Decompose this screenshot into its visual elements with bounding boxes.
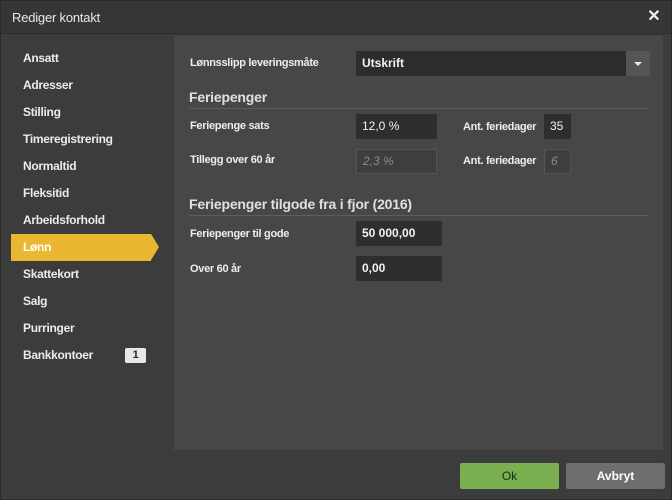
holiday-pay-due-input[interactable]: 50 000,00 — [356, 221, 442, 246]
over60-supplement-label: Tillegg over 60 år — [190, 154, 275, 166]
sidebar-item-label: Normaltid — [23, 159, 77, 173]
sidebar-item-label: Timeregistrering — [23, 132, 113, 146]
sidebar-item-ansatt[interactable]: Ansatt — [11, 45, 161, 72]
sidebar-item-purringer[interactable]: Purringer — [11, 315, 161, 342]
section-holiday-pay-due: Feriepenger tilgode fra i fjor (2016) — [189, 196, 649, 216]
sidebar-item-fleksitid[interactable]: Fleksitid — [11, 180, 161, 207]
edit-contact-dialog: Rediger kontakt ✕ Ansatt Adresser Stilli… — [0, 0, 672, 500]
ok-button[interactable]: Ok — [460, 463, 559, 489]
sidebar-item-label: Arbeidsforhold — [23, 213, 105, 227]
dropdown-button[interactable] — [626, 51, 650, 76]
sidebar-item-adresser[interactable]: Adresser — [11, 72, 161, 99]
cancel-button[interactable]: Avbryt — [566, 463, 665, 489]
dialog-title: Rediger kontakt — [12, 10, 101, 25]
sidebar-item-label: Purringer — [23, 321, 75, 335]
sidebar-item-skattekort[interactable]: Skattekort — [11, 261, 161, 288]
over60-supplement-input: 2,3 % — [356, 149, 437, 174]
sidebar-item-bankkontoer[interactable]: Bankkontoer 1 — [11, 342, 161, 369]
count-badge: 1 — [125, 348, 146, 363]
delivery-method-value: Utskrift — [362, 56, 405, 70]
dialog-titlebar: Rediger kontakt ✕ — [1, 1, 671, 34]
salary-panel: Lønnsslipp leveringsmåte Utskrift Feriep… — [174, 36, 663, 450]
sidebar-nav: Ansatt Adresser Stilling Timeregistrerin… — [11, 45, 161, 369]
holiday-days-input[interactable]: 35 — [544, 114, 571, 139]
holiday-pay-due-label: Feriepenger til gode — [190, 228, 290, 240]
sidebar-item-stilling[interactable]: Stilling — [11, 99, 161, 126]
sidebar-item-label: Lønn — [23, 240, 52, 254]
over60-due-label: Over 60 år — [190, 263, 241, 275]
holiday-days-label: Ant. feriedager — [463, 121, 537, 133]
sidebar-item-label: Ansatt — [23, 51, 59, 65]
sidebar-item-timeregistrering[interactable]: Timeregistrering — [11, 126, 161, 153]
over60-days-input: 6 — [544, 149, 571, 174]
sidebar-item-label: Stilling — [23, 105, 61, 119]
section-holiday-pay: Feriepenger — [189, 89, 649, 109]
sidebar-item-lonn[interactable]: Lønn — [11, 234, 159, 261]
delivery-method-select[interactable]: Utskrift — [356, 51, 650, 76]
holiday-rate-label: Feriepenge sats — [190, 120, 270, 132]
sidebar-item-normaltid[interactable]: Normaltid — [11, 153, 161, 180]
sidebar-item-label: Bankkontoer — [23, 348, 94, 362]
sidebar-item-label: Adresser — [23, 78, 73, 92]
holiday-rate-input[interactable]: 12,0 % — [356, 114, 437, 139]
close-icon[interactable]: ✕ — [646, 8, 662, 26]
sidebar-item-label: Fleksitid — [23, 186, 69, 200]
sidebar-item-salg[interactable]: Salg — [11, 288, 161, 315]
sidebar-item-arbeidsforhold[interactable]: Arbeidsforhold — [11, 207, 161, 234]
over60-days-label: Ant. feriedager — [463, 155, 537, 167]
delivery-method-label: Lønnsslipp leveringsmåte — [190, 57, 319, 69]
sidebar-item-label: Salg — [23, 294, 48, 308]
sidebar-item-label: Skattekort — [23, 267, 79, 281]
over60-due-input[interactable]: 0,00 — [356, 256, 442, 281]
chevron-down-icon — [634, 62, 642, 66]
